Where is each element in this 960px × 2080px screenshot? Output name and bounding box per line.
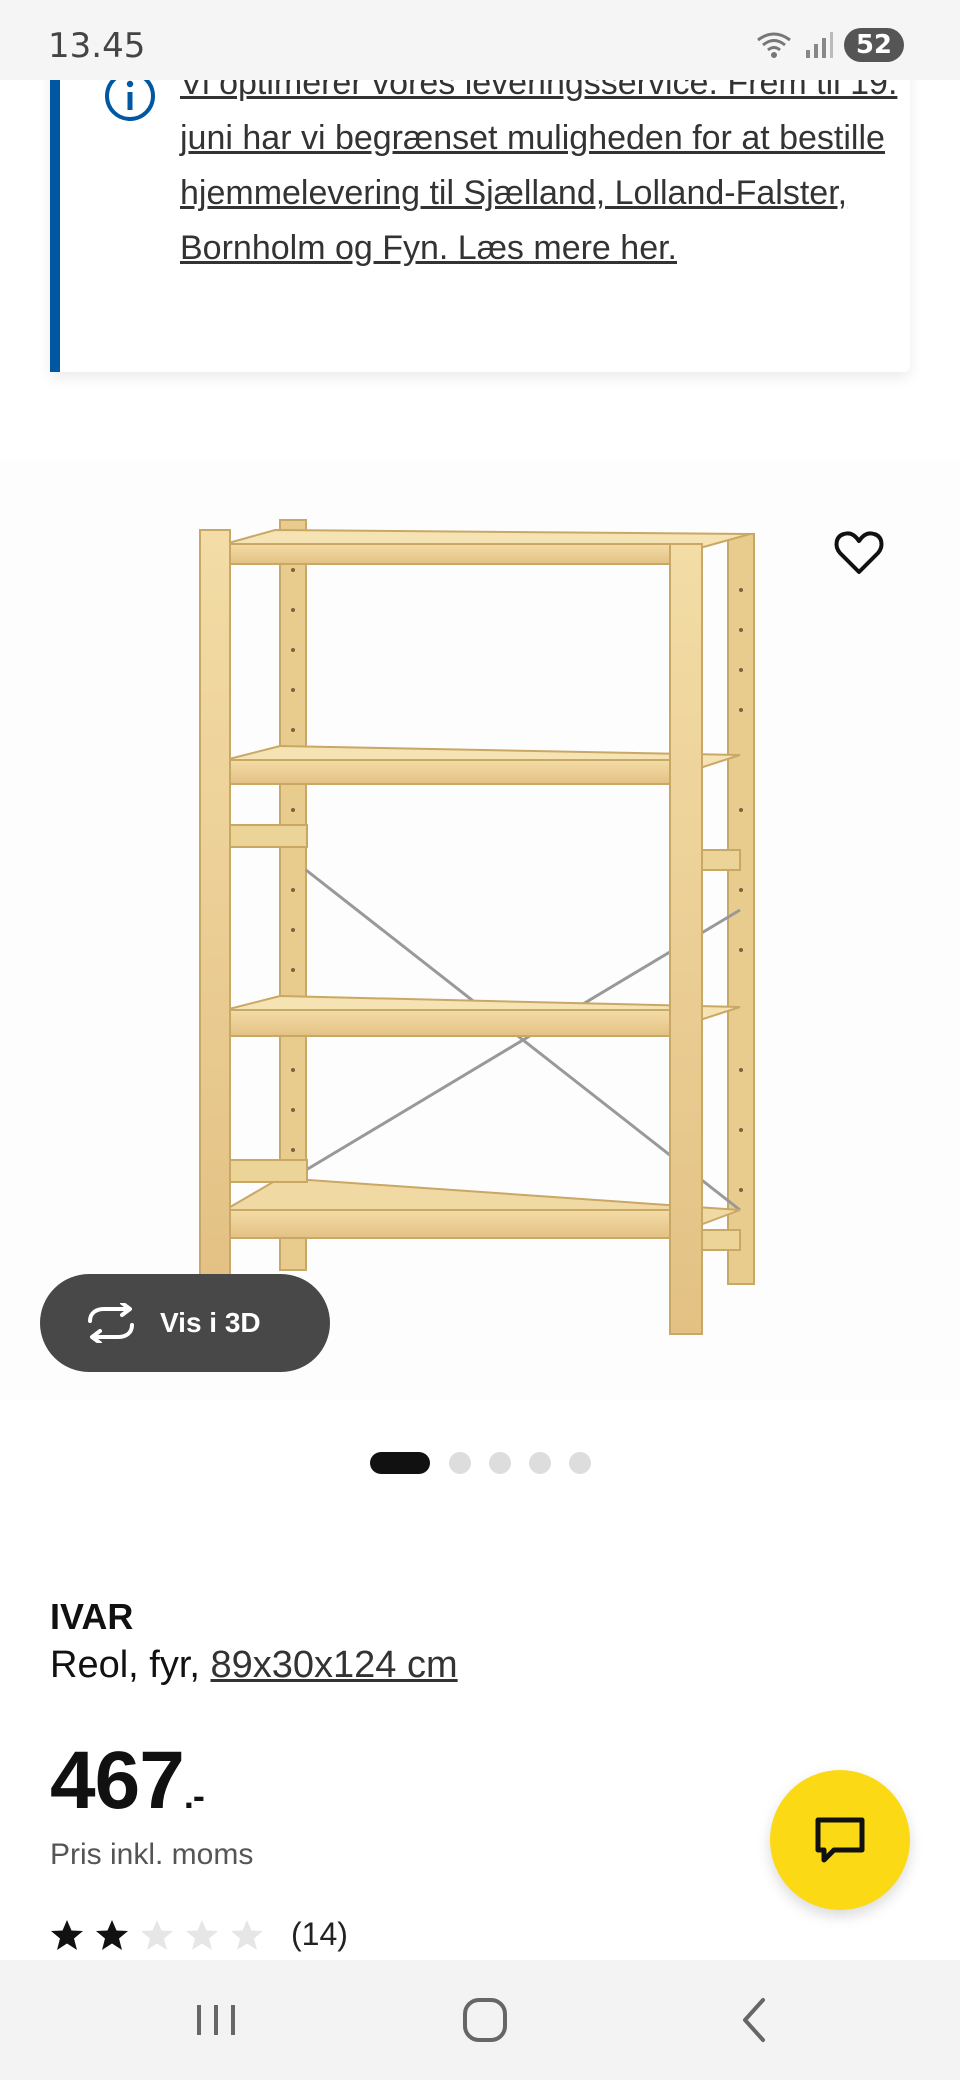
recent-apps-icon[interactable] <box>186 1990 246 2050</box>
price-suffix: .- <box>183 1775 205 1816</box>
product-image-shelf <box>199 519 755 1335</box>
price-value: 467 <box>50 1735 185 1826</box>
view-3d-label: Vis i 3D <box>160 1307 261 1338</box>
rotate-3d-icon <box>88 1303 134 1343</box>
battery-indicator: 52 <box>843 28 904 62</box>
product-type: Reol, fyr, <box>50 1644 211 1686</box>
back-icon[interactable] <box>725 1990 785 2050</box>
product-name: IVAR <box>50 1596 134 1637</box>
star-icon <box>51 1919 83 1950</box>
carousel-dot-5[interactable] <box>569 1452 591 1474</box>
star-icon <box>141 1919 173 1950</box>
carousel-dot-4[interactable] <box>529 1452 551 1474</box>
carousel-dot-3[interactable] <box>489 1452 511 1474</box>
status-bar: 13.45 52 <box>0 0 960 80</box>
notice-link-text[interactable]: Vi optimerer vores leveringsservice. Fre… <box>180 56 910 276</box>
signal-icon <box>805 32 833 58</box>
chat-button[interactable] <box>770 1770 910 1910</box>
product-description: Reol, fyr, 89x30x124 cm <box>50 1644 458 1687</box>
home-icon[interactable] <box>455 1990 515 2050</box>
price-note: Pris inkl. moms <box>50 1838 254 1871</box>
delivery-notice[interactable]: Vi optimerer vores leveringsservice. Fre… <box>50 40 910 372</box>
chat-icon <box>815 1817 865 1863</box>
view-3d-button[interactable]: Vis i 3D <box>40 1274 330 1372</box>
carousel-dot-2[interactable] <box>449 1452 471 1474</box>
status-icons: 52 <box>754 28 904 62</box>
carousel-dot-1[interactable] <box>370 1452 430 1474</box>
system-navigation-bar <box>0 1960 960 2080</box>
wifi-icon <box>756 32 791 58</box>
carousel-indicator <box>0 1452 960 1476</box>
star-icon <box>231 1919 263 1950</box>
product-measurements-link[interactable]: 89x30x124 cm <box>211 1644 458 1686</box>
star-icon <box>186 1919 218 1950</box>
product-price: 467.- <box>50 1734 205 1828</box>
heart-icon[interactable] <box>832 526 886 580</box>
star-icon <box>96 1919 128 1950</box>
product-rating[interactable]: (14) <box>50 1916 348 1953</box>
rating-count: (14) <box>291 1916 348 1952</box>
status-time: 13.45 <box>48 26 146 66</box>
